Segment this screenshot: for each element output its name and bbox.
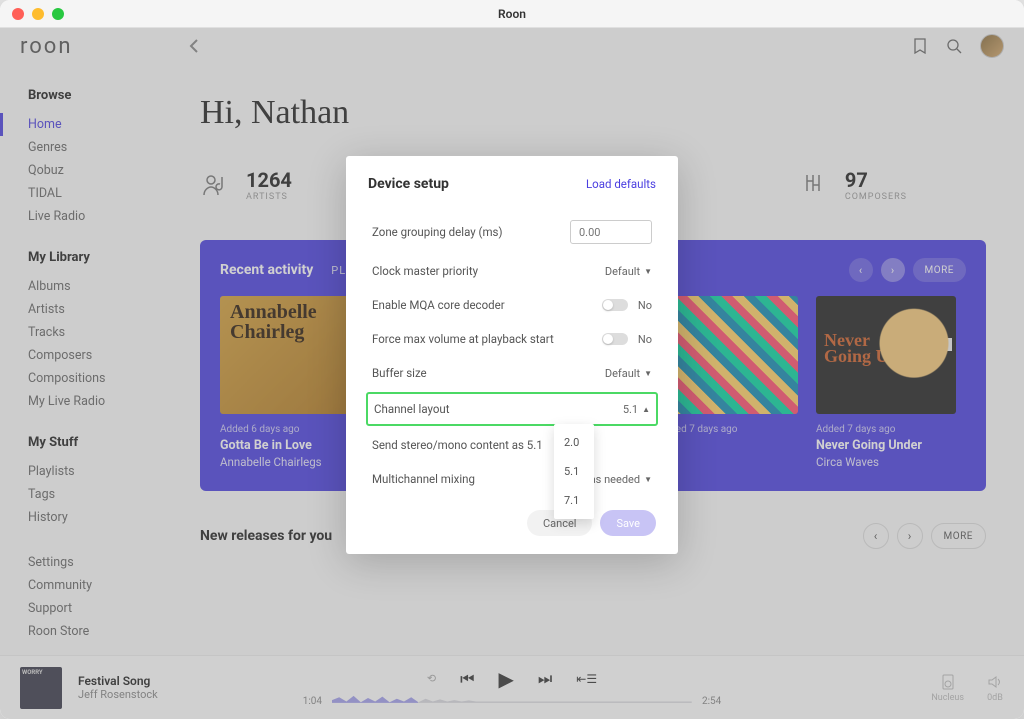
row-send-stereo: Send stereo/mono content as 5.1 — [368, 428, 656, 462]
chevron-down-icon: ▼ — [644, 267, 652, 276]
row-multimix[interactable]: Multichannel mixing as needed▼ — [368, 462, 656, 496]
label: Zone grouping delay (ms) — [372, 225, 570, 239]
device-setup-modal: Device setup Load defaults Zone grouping… — [346, 156, 678, 554]
modal-title: Device setup — [368, 176, 449, 192]
maximize-window[interactable] — [52, 8, 64, 20]
mqa-toggle[interactable] — [602, 299, 628, 311]
row-buffer[interactable]: Buffer size Default▼ — [368, 356, 656, 390]
dropdown-option-2-0[interactable]: 2.0 — [554, 428, 594, 457]
window-title: Roon — [0, 7, 1024, 21]
label: Send stereo/mono content as 5.1 — [372, 438, 652, 452]
label: Force max volume at playback start — [372, 332, 602, 346]
minimize-window[interactable] — [32, 8, 44, 20]
dropdown-option-7-1[interactable]: 7.1 — [554, 486, 594, 515]
load-defaults-link[interactable]: Load defaults — [586, 177, 656, 191]
save-button[interactable]: Save — [600, 510, 656, 536]
traffic-lights — [12, 8, 64, 20]
label: Channel layout — [374, 402, 623, 416]
app-window: Roon roon Browse Home Genres Qobuz TIDAL — [0, 0, 1024, 719]
chevron-down-icon: ▼ — [644, 475, 652, 484]
dropdown-option-5-1[interactable]: 5.1 — [554, 457, 594, 486]
chevron-down-icon: ▼ — [644, 369, 652, 378]
close-window[interactable] — [12, 8, 24, 20]
label: Buffer size — [372, 366, 605, 380]
row-force-max: Force max volume at playback start No — [368, 322, 656, 356]
row-clock-priority[interactable]: Clock master priority Default▼ — [368, 254, 656, 288]
titlebar: Roon — [0, 0, 1024, 28]
force-max-toggle[interactable] — [602, 333, 628, 345]
label: Clock master priority — [372, 264, 605, 278]
row-channel-layout[interactable]: Channel layout 5.1▲ — [366, 392, 658, 426]
row-mqa: Enable MQA core decoder No — [368, 288, 656, 322]
chevron-up-icon: ▲ — [642, 405, 650, 414]
channel-layout-dropdown: 2.0 5.1 7.1 — [554, 424, 594, 519]
zone-delay-input[interactable] — [570, 220, 652, 244]
row-zone-delay: Zone grouping delay (ms) — [368, 210, 656, 254]
label: Enable MQA core decoder — [372, 298, 602, 312]
